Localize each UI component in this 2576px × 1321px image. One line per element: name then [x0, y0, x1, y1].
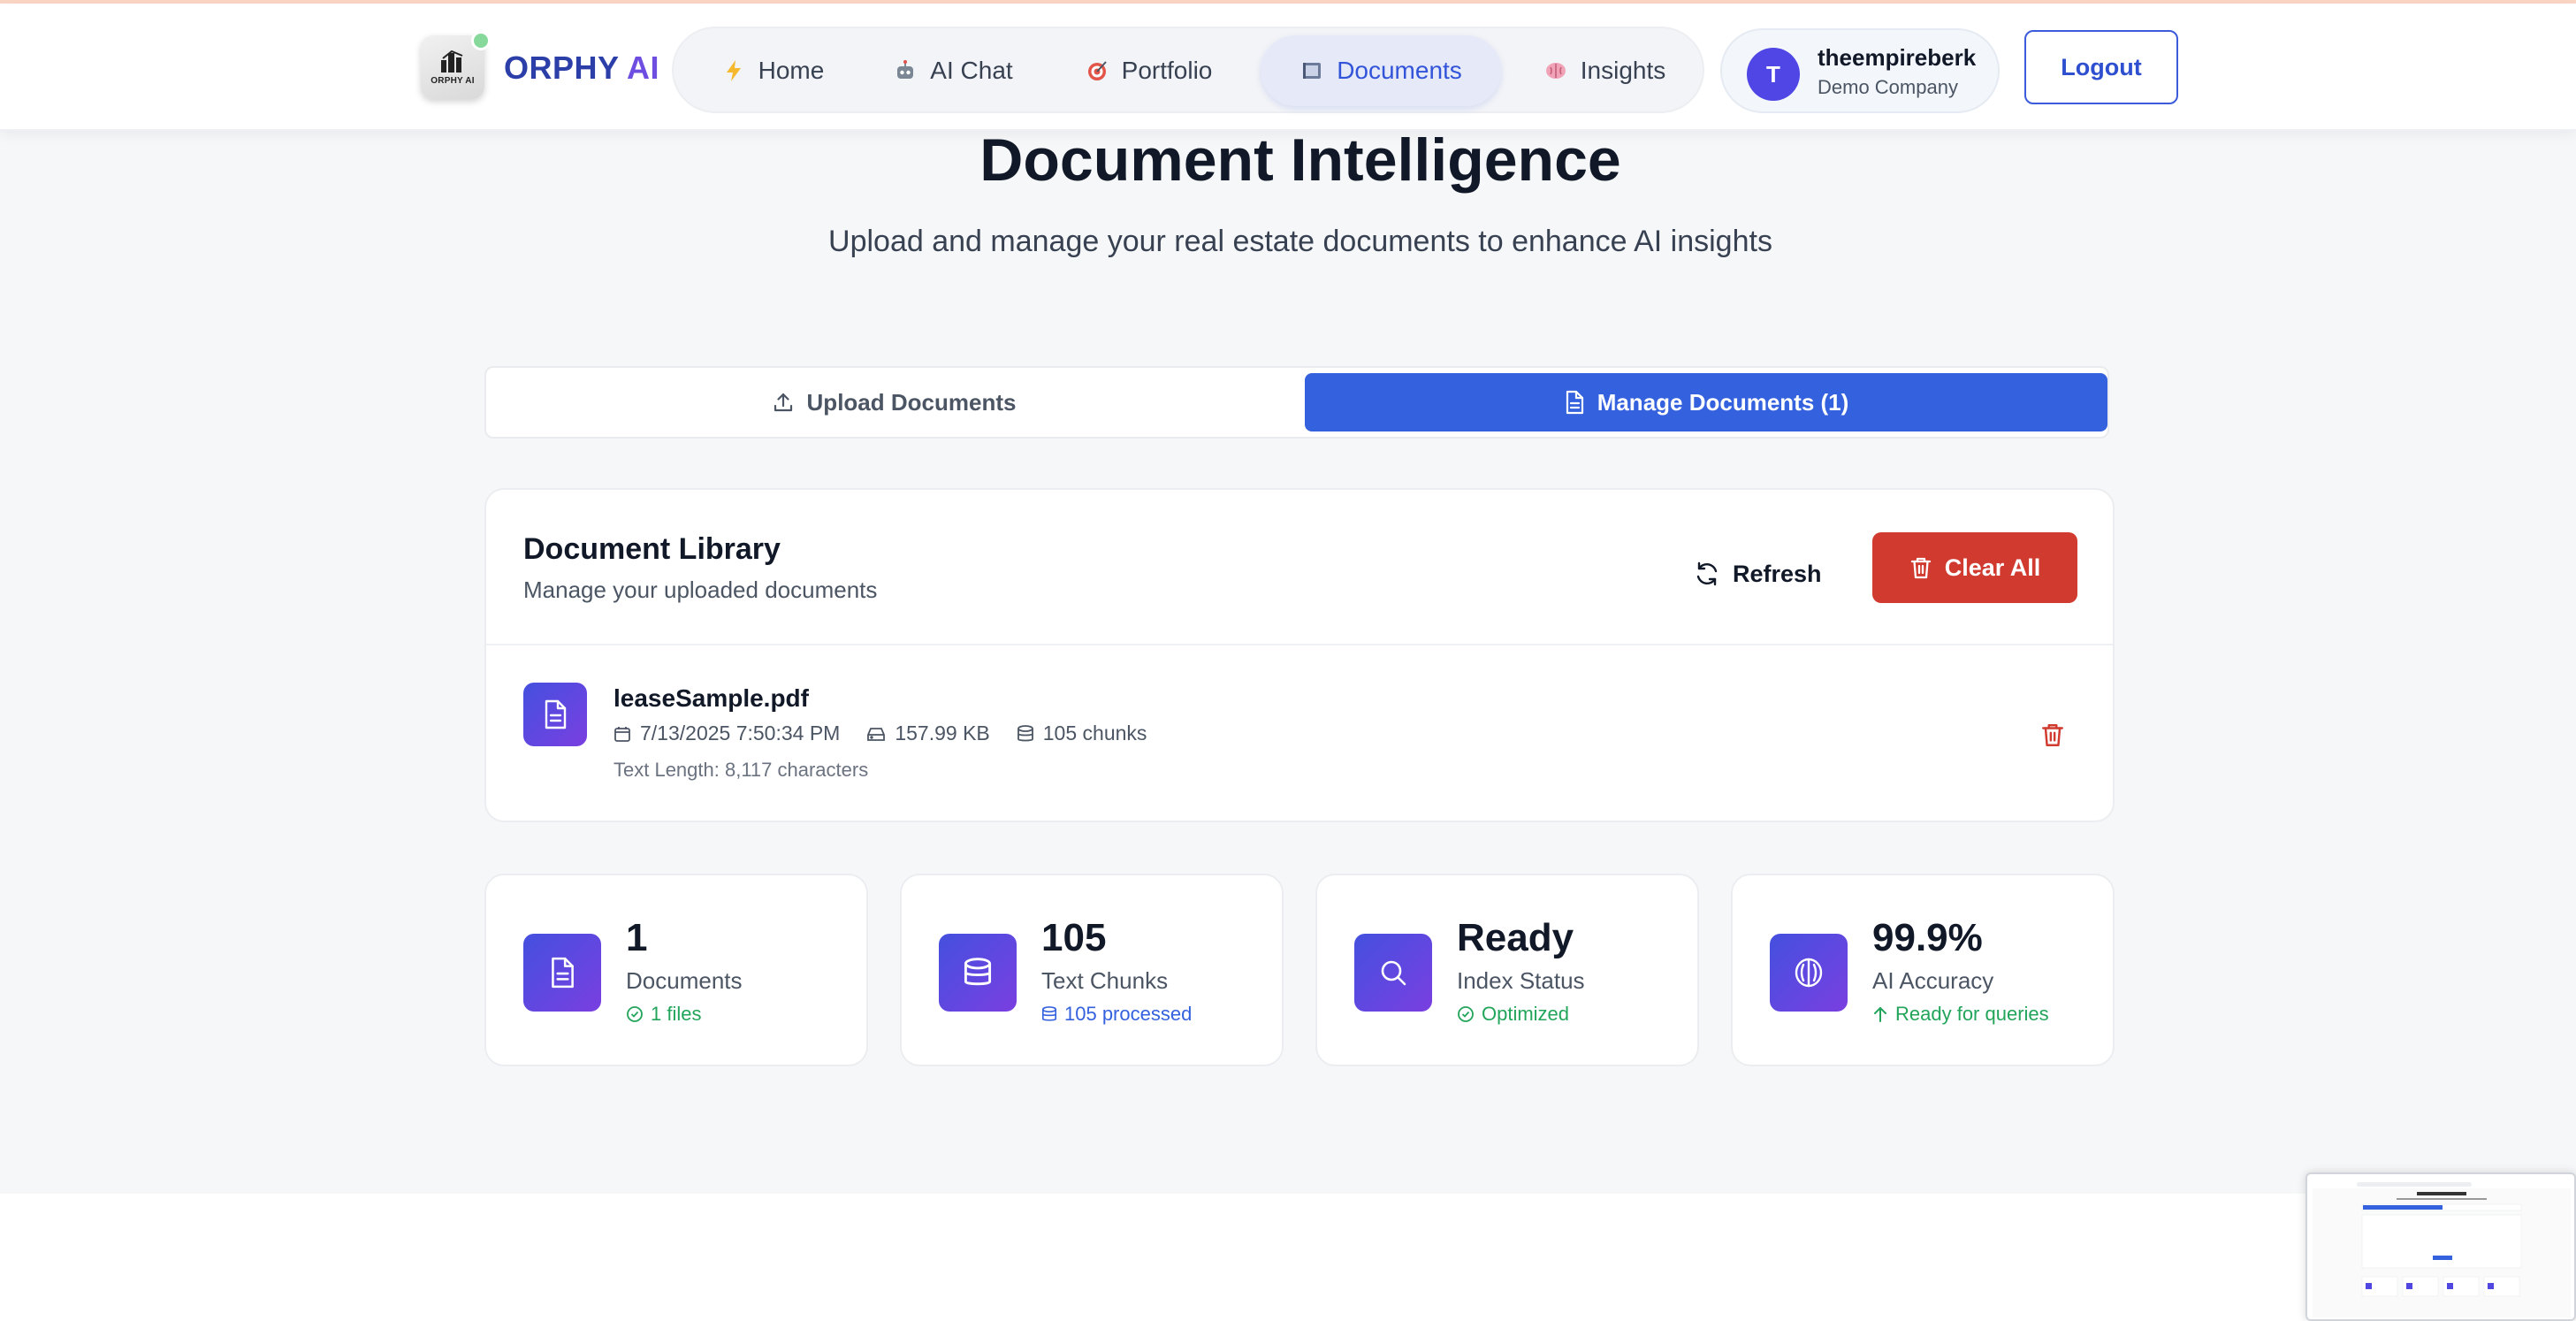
main-nav: Home AI Chat Portfolio Documents Insight… [672, 27, 1704, 113]
document-stat-icon [523, 934, 601, 1012]
document-text-length: Text Length: 8,117 characters [614, 759, 869, 781]
logo-text: ORPHY AI [431, 75, 475, 86]
stat-card-text-chunks: 105 Text Chunks 105 processed [900, 874, 1284, 1066]
page-subtitle: Upload and manage your real estate docum… [828, 225, 1772, 258]
database-stat-icon [939, 934, 1017, 1012]
search-stat-icon [1354, 934, 1432, 1012]
tab-label: Manage Documents (1) [1597, 388, 1849, 416]
app-header: ORPHY AI ORPHY AI Home AI Chat Portfolio [0, 4, 2576, 131]
document-name[interactable]: leaseSample.pdf [614, 684, 809, 713]
document-chunks: 105 chunks [1017, 722, 1147, 745]
tab-label: Upload Documents [806, 388, 1017, 416]
stat-card-index-status: Ready Index Status Optimized [1315, 874, 1699, 1066]
document-date-text: 7/13/2025 7:50:34 PM [640, 722, 841, 744]
nav-item-label: Insights [1580, 57, 1666, 84]
nav-item-label: Documents [1337, 57, 1462, 84]
stat-label: AI Accuracy [1872, 967, 1994, 994]
refresh-button[interactable]: Refresh [1694, 552, 1822, 596]
refresh-label: Refresh [1733, 560, 1822, 587]
stat-note: Optimized [1457, 1003, 1569, 1026]
stat-card-ai-accuracy: 99.9% AI Accuracy Ready for queries [1731, 874, 2115, 1066]
database-icon [1017, 724, 1033, 741]
check-circle-icon [1458, 1006, 1474, 1022]
clear-all-button[interactable]: Clear All [1872, 532, 2077, 603]
check-circle-icon [627, 1006, 643, 1022]
stat-note-text: 1 files [651, 1003, 702, 1025]
nav-item-label: AI Chat [930, 57, 1013, 84]
stat-note-text: 105 processed [1064, 1003, 1193, 1025]
document-meta: 7/13/2025 7:50:34 PM 157.99 KB 105 chunk… [614, 722, 1147, 745]
trash-icon [1910, 557, 1931, 579]
delete-document-button[interactable] [2040, 722, 2069, 753]
user-company: Demo Company [1818, 76, 1958, 98]
nav-item-label: Portfolio [1121, 57, 1213, 84]
document-date: 7/13/2025 7:50:34 PM [614, 722, 840, 745]
library-subtitle: Manage your uploaded documents [523, 577, 878, 603]
document-chunks-text: 105 chunks [1042, 722, 1147, 744]
stat-label: Documents [626, 967, 743, 994]
stat-note-text: Ready for queries [1895, 1003, 2049, 1025]
stat-note: 105 processed [1041, 1003, 1192, 1026]
page-preview-thumbnail[interactable] [2305, 1172, 2576, 1321]
document-file-icon [523, 683, 587, 746]
stat-value: Ready [1457, 916, 1574, 959]
stat-note: Ready for queries [1872, 1003, 2049, 1026]
file-text-icon [1566, 390, 1583, 415]
user-name: theempireberk [1818, 44, 1977, 71]
document-library-card: Document Library Manage your uploaded do… [484, 488, 2115, 822]
refresh-icon [1696, 561, 1718, 586]
nav-item-home[interactable]: Home [702, 35, 843, 106]
nav-item-insights[interactable]: Insights [1529, 35, 1680, 106]
logout-button[interactable]: Logout [2024, 30, 2178, 104]
brand-name-suffix: AI [618, 50, 660, 86]
nav-item-documents[interactable]: Documents [1261, 35, 1501, 106]
upload-icon [774, 393, 792, 412]
brain-stat-icon [1770, 934, 1848, 1012]
calendar-icon [614, 726, 630, 742]
stat-value: 99.9% [1872, 916, 1983, 959]
stat-value: 1 [626, 916, 648, 959]
stat-note-text: Optimized [1482, 1003, 1570, 1025]
online-status-dot [471, 31, 491, 50]
nav-item-ai-chat[interactable]: AI Chat [872, 35, 1034, 106]
hard-drive-icon [867, 727, 886, 741]
stat-label: Text Chunks [1041, 967, 1169, 994]
brain-icon [1543, 58, 1568, 83]
robot-icon [893, 58, 918, 83]
clear-all-label: Clear All [1944, 554, 2041, 581]
buildings-icon [441, 50, 463, 73]
document-tabs: Upload Documents Manage Documents (1) [484, 366, 2109, 439]
nav-item-label: Home [758, 57, 825, 84]
lightning-icon [721, 58, 746, 83]
user-profile-chip[interactable]: T theempireberk Demo Company [1720, 28, 2000, 113]
divider [486, 644, 2113, 645]
brand-name[interactable]: ORPHY AI [504, 50, 659, 87]
database-icon [1041, 1006, 1057, 1021]
brand-name-prefix: ORPHY [504, 50, 619, 86]
page-footer-area [0, 1194, 2576, 1321]
stat-value: 105 [1041, 916, 1107, 959]
tab-upload-documents[interactable]: Upload Documents [490, 373, 1298, 431]
trash-icon [2042, 724, 2063, 747]
stat-label: Index Status [1457, 967, 1585, 994]
document-size-text: 157.99 KB [895, 722, 990, 744]
document-size: 157.99 KB [866, 722, 990, 745]
library-title: Document Library [523, 532, 781, 566]
notebook-icon [1299, 58, 1324, 83]
tab-manage-documents[interactable]: Manage Documents (1) [1305, 373, 2107, 431]
nav-item-portfolio[interactable]: Portfolio [1068, 35, 1229, 106]
stat-note: 1 files [626, 1003, 701, 1026]
arrow-up-icon [1874, 1007, 1886, 1022]
thumbnail-content [2313, 1180, 2571, 1317]
avatar: T [1747, 48, 1800, 101]
target-icon [1085, 58, 1109, 83]
page-title: Document Intelligence [979, 126, 1621, 194]
stat-card-documents: 1 Documents 1 files [484, 874, 868, 1066]
